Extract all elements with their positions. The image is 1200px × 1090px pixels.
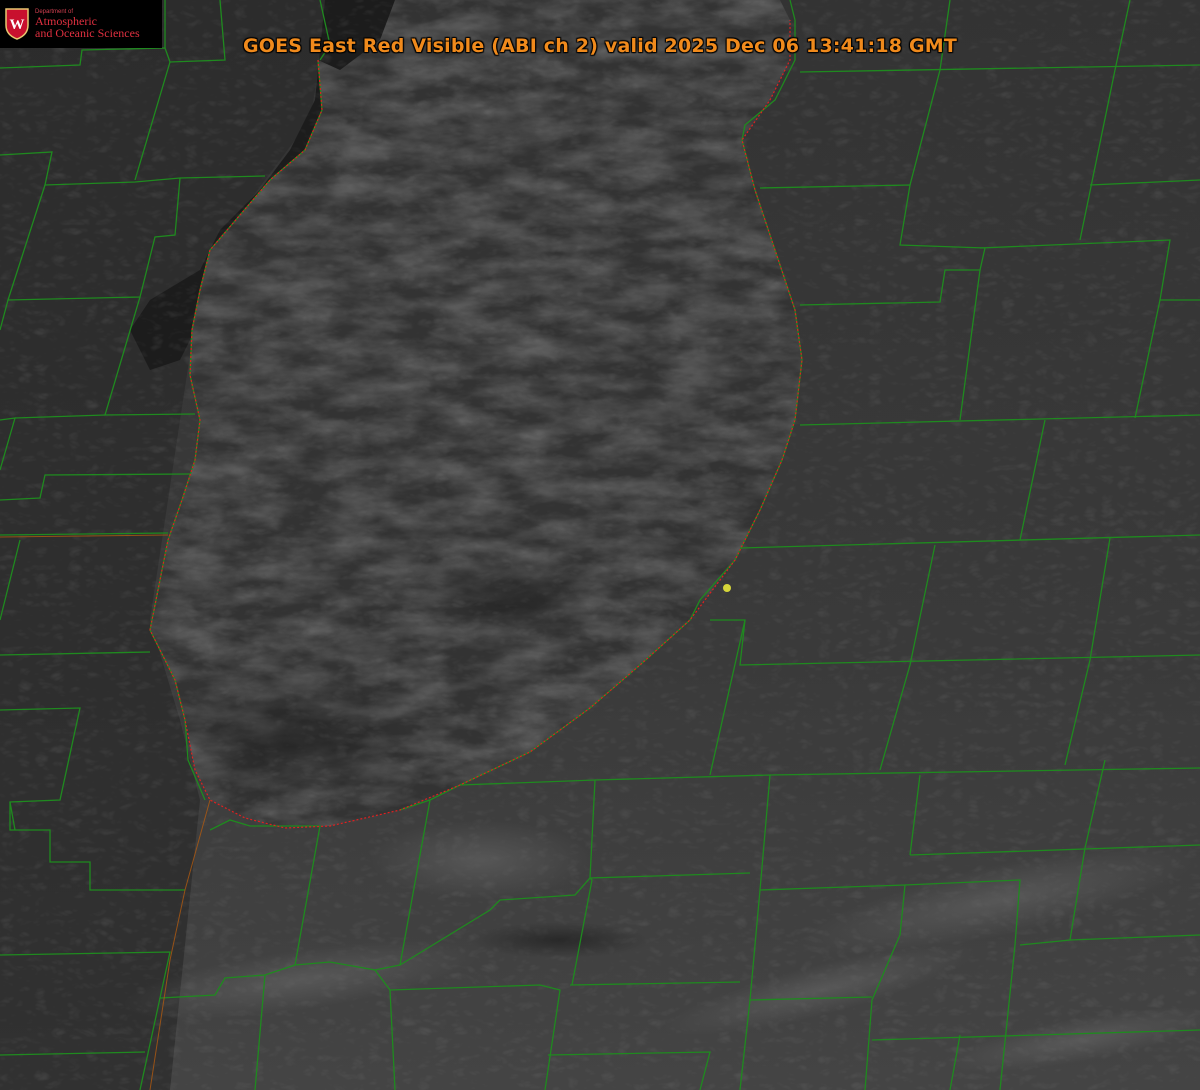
cloud-shadow (470, 922, 650, 958)
cloud-patch (370, 820, 590, 900)
satellite-image (0, 0, 1200, 1090)
crest-letter: W (10, 17, 25, 33)
location-marker-icon[interactable] (723, 584, 731, 592)
satellite-map: W Department of Atmospheric and Oceanic … (0, 0, 1200, 1090)
image-title: GOES East Red Visible (ABI ch 2) valid 2… (242, 35, 958, 57)
